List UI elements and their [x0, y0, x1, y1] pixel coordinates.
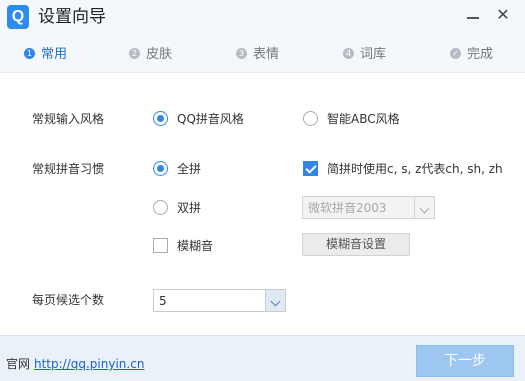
qq-style-radio[interactable]	[153, 111, 168, 126]
next-button[interactable]: 下一步	[416, 345, 514, 377]
abbrev-checkbox[interactable]	[303, 161, 318, 176]
close-button[interactable]: ✕	[490, 4, 516, 26]
abbrev-label[interactable]: 简拼时使用c, s, z代表ch, sh, zh	[327, 161, 503, 177]
title-bar: Q 设置向导 ✕	[0, 0, 525, 35]
tab-common[interactable]: 1 常用	[24, 45, 67, 65]
full-pinyin-label[interactable]: 全拼	[177, 161, 201, 177]
tab-finish[interactable]: ✓ 完成	[450, 45, 493, 65]
fuzzy-label[interactable]: 模糊音	[177, 238, 213, 254]
qq-style-label[interactable]: QQ拼音风格	[177, 111, 244, 127]
step-number-badge: 2	[129, 48, 140, 59]
fuzzy-checkbox[interactable]	[153, 238, 168, 253]
website-label: 官网	[6, 357, 31, 371]
tab-skin[interactable]: 2 皮肤	[129, 45, 172, 65]
step-number-badge: 3	[236, 48, 247, 59]
chevron-down-icon	[414, 197, 434, 218]
check-icon: ✓	[450, 48, 461, 59]
tab-label: 完成	[467, 47, 494, 62]
app-logo-icon: Q	[7, 5, 29, 29]
candidates-value: 5	[159, 294, 167, 308]
double-scheme-select[interactable]: 微软拼音2003	[302, 196, 435, 219]
minimize-button[interactable]	[460, 4, 486, 26]
tab-label: 词库	[360, 47, 387, 62]
full-pinyin-radio[interactable]	[153, 161, 168, 176]
input-style-label: 常规输入风格	[32, 112, 105, 126]
window-title: 设置向导	[38, 7, 106, 27]
footer: 官网 http://qq.pinyin.cn 下一步	[0, 335, 525, 381]
pinyin-habit-label: 常规拼音习惯	[32, 162, 105, 176]
candidates-select[interactable]: 5	[153, 289, 286, 312]
step-number-badge: 1	[24, 48, 35, 59]
abc-style-label[interactable]: 智能ABC风格	[327, 111, 400, 127]
tab-label: 常用	[41, 47, 68, 62]
wizard-steps: 1 常用 2 皮肤 3 表情 4 词库 ✓ 完成	[0, 35, 525, 73]
double-pinyin-radio[interactable]	[153, 200, 168, 215]
candidates-label: 每页候选个数	[32, 293, 105, 307]
chevron-down-icon	[265, 290, 285, 311]
tab-label: 皮肤	[146, 47, 173, 62]
double-scheme-value: 微软拼音2003	[308, 201, 387, 215]
tab-label: 表情	[253, 47, 280, 62]
step-number-badge: 4	[343, 48, 354, 59]
fuzzy-settings-button[interactable]: 模糊音设置	[302, 233, 410, 256]
close-icon: ✕	[496, 5, 510, 24]
tab-dictionary[interactable]: 4 词库	[343, 45, 386, 65]
minimize-icon	[467, 17, 479, 19]
abc-style-radio[interactable]	[303, 111, 318, 126]
double-pinyin-label[interactable]: 双拼	[177, 200, 201, 216]
tab-emoji[interactable]: 3 表情	[236, 45, 279, 65]
website-link[interactable]: http://qq.pinyin.cn	[34, 356, 144, 372]
